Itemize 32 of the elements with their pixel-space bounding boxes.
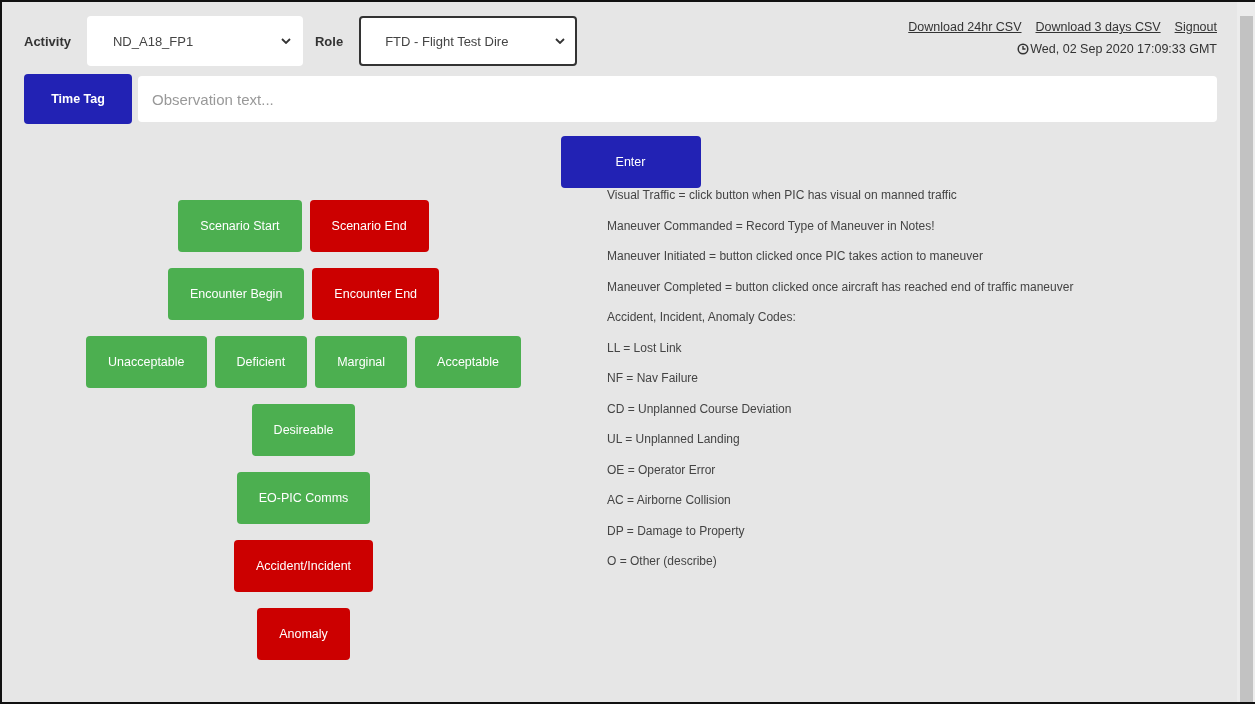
note-text: AC = Airborne Collision <box>607 492 732 509</box>
note-text: Maneuver Commanded = Record Type of Maneuver in Notes! <box>607 217 936 235</box>
note-text: NF = Nav Failure <box>607 370 700 387</box>
scrollbar[interactable] <box>1237 2 1255 702</box>
event-button[interactable]: Accident/Incident <box>233 540 374 592</box>
header-link[interactable]: Download 24hr CSV <box>908 20 1022 34</box>
chevron-down-icon <box>280 38 291 44</box>
enter-button[interactable]: Enter <box>560 136 701 188</box>
note-text: Maneuver Completed = button clicked once aircraft has reached end of traffic maneuver <box>607 278 1074 296</box>
header-link[interactable]: Signout <box>1174 20 1217 34</box>
note-text: OE = Operator Error <box>607 461 717 479</box>
activity-select[interactable]: ND_A18_FP1 <box>86 16 303 66</box>
role-label: Role <box>314 33 344 49</box>
observation-field[interactable]: Observation text... <box>138 76 1217 122</box>
event-button[interactable]: Scenario End <box>309 200 429 252</box>
chevron-down-icon <box>555 38 566 44</box>
note-text: O = Other (describe) <box>607 553 718 570</box>
note-text: CD = Unplanned Course Deviation <box>607 400 793 418</box>
role-select[interactable]: FTD - Flight Test Dire <box>359 16 578 66</box>
event-button[interactable]: Anomaly <box>257 608 350 660</box>
time-tag-button[interactable]: Time Tag <box>24 74 132 124</box>
timestamp: Wed, 02 Sep 2020 17:09:33 GMT <box>1030 42 1217 56</box>
activity-label: Activity <box>24 33 71 49</box>
note-text: UL = Unplanned Landing <box>607 431 741 448</box>
note-text: Visual Traffic = click button when PIC has visual on manned traffic <box>607 187 958 204</box>
note-text: Maneuver Initiated = button clicked once PIC takes action to maneuver <box>607 248 984 265</box>
note-text: DP = Damage to Property <box>607 522 746 540</box>
note-text: Accident, Incident, Anomaly Codes: <box>607 309 797 326</box>
note-text: LL = Lost Link <box>607 339 683 357</box>
header-link[interactable]: Download 3 days CSV <box>1035 20 1161 34</box>
event-button[interactable]: Encounter End <box>312 268 440 320</box>
clock-icon <box>1017 43 1030 55</box>
